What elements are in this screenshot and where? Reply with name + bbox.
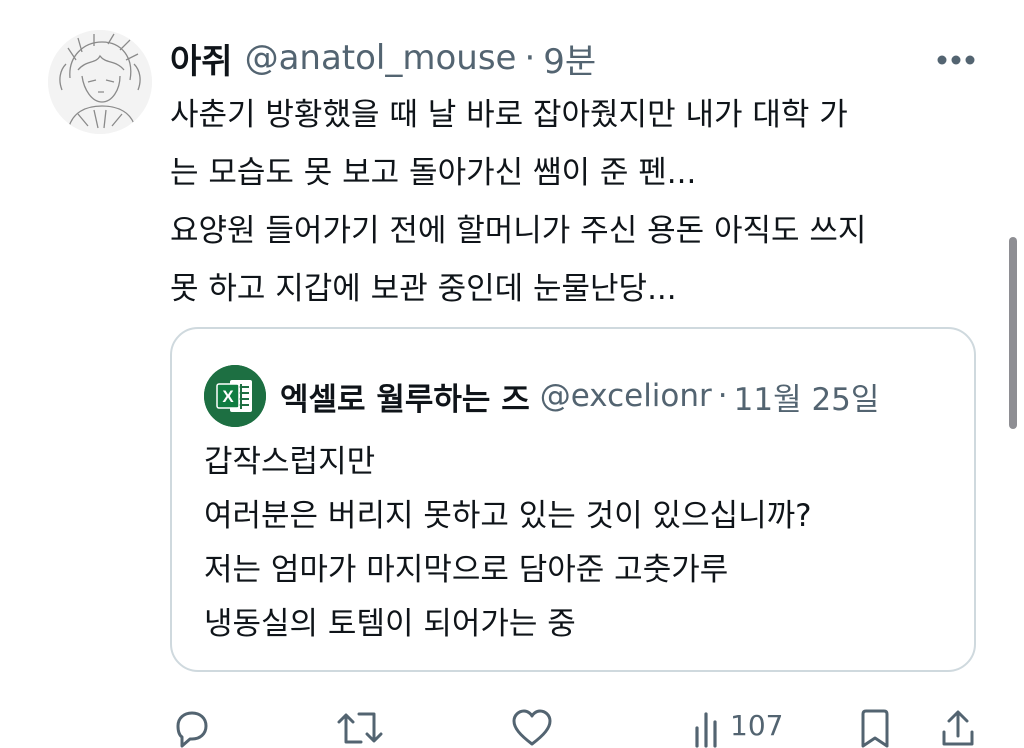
- quoted-tweet-header: 엑셀로 월루하는 즈 @excelionr · 11월 25일: [280, 369, 960, 423]
- excel-logo-letter: X: [222, 387, 234, 406]
- views-button[interactable]: 107: [692, 708, 783, 748]
- share-icon: [942, 710, 974, 746]
- quoted-text-line: 여러분은 버리지 못하고 있는 것이 있으십니까?: [204, 498, 812, 534]
- retweet-icon: [337, 712, 383, 744]
- more-icon: [937, 55, 975, 65]
- author-avatar[interactable]: [48, 30, 152, 134]
- tweet-text-line: 요양원 들어가기 전에 할머니가 주신 용돈 아직도 쓰지: [170, 213, 867, 249]
- tweet-text-line: 사춘기 방황했을 때 날 바로 잡아줬지만 내가 대학 가: [170, 97, 848, 133]
- reply-icon: [176, 711, 208, 748]
- tweet-text: 사춘기 방황했을 때 날 바로 잡아줬지만 내가 대학 가 는 모습도 못 보고…: [170, 86, 970, 318]
- quoted-tweet-text: 갑작스럽지만 여러분은 버리지 못하고 있는 것이 있으십니까? 저는 엄마가 …: [204, 435, 812, 651]
- views-icon: [695, 712, 717, 748]
- bookmark-icon: [861, 709, 889, 748]
- excel-logo-icon: X: [204, 365, 266, 427]
- quoted-header-separator: ·: [717, 378, 728, 414]
- author-handle[interactable]: @anatol_mouse: [245, 38, 517, 78]
- like-button[interactable]: [510, 708, 554, 748]
- reply-button[interactable]: [170, 708, 210, 748]
- tweet-text-line: 는 모습도 못 보고 돌아가신 쌤이 준 펜...: [170, 155, 697, 191]
- bookmark-button[interactable]: [858, 708, 892, 748]
- tweet-timestamp[interactable]: 9분: [543, 34, 596, 83]
- quoted-tweet-timestamp[interactable]: 11월 25일: [734, 374, 880, 419]
- more-options-button[interactable]: [928, 40, 984, 80]
- tweet-text-line: 못 하고 지갑에 보관 중인데 눈물난당...: [170, 271, 677, 307]
- quoted-tweet-card[interactable]: X 엑셀로 월루하는 즈 @excelionr · 11월 25일 갑작스럽지만…: [170, 327, 976, 672]
- author-name[interactable]: 아쥐: [170, 34, 233, 83]
- quoted-text-line: 냉동실의 토템이 되어가는 중: [204, 606, 576, 642]
- quoted-author-handle[interactable]: @excelionr: [540, 378, 712, 414]
- header-separator: ·: [524, 38, 536, 78]
- scrollbar-thumb[interactable]: [1009, 237, 1017, 429]
- quoted-text-line: 갑작스럽지만: [204, 444, 376, 480]
- retweet-button[interactable]: [335, 708, 385, 748]
- quoted-author-name[interactable]: 엑셀로 월루하는 즈: [280, 374, 530, 419]
- avatar-sketch-image: [48, 30, 152, 134]
- quoted-author-avatar[interactable]: X: [204, 365, 266, 427]
- tweet-header: 아쥐 @anatol_mouse · 9분: [170, 34, 596, 82]
- like-icon: [512, 709, 552, 746]
- share-button[interactable]: [938, 708, 978, 748]
- quoted-text-line: 저는 엄마가 마지막으로 담아준 고춧가루: [204, 552, 729, 588]
- tweet-action-bar: 107: [170, 708, 990, 748]
- views-count: 107: [730, 709, 784, 742]
